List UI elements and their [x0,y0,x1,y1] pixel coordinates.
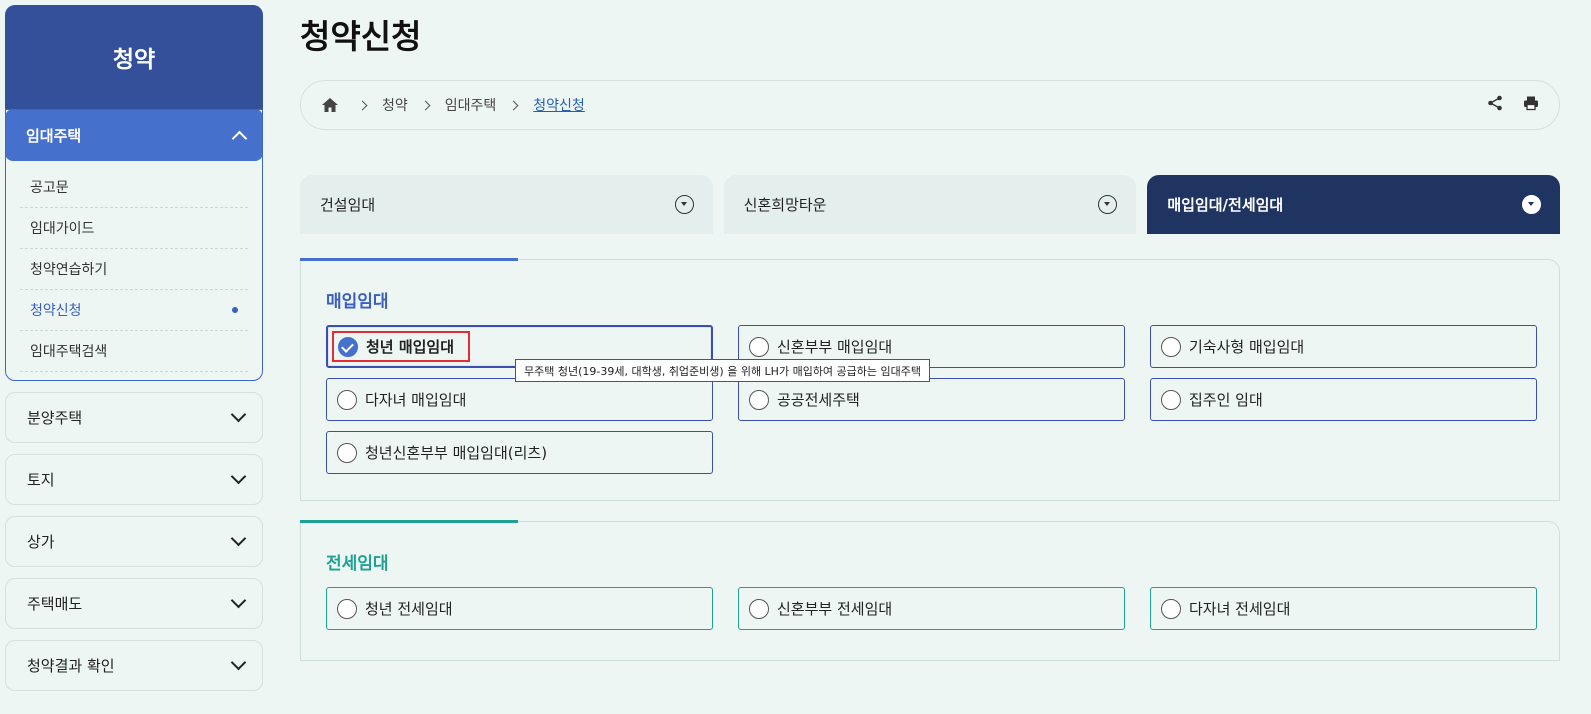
option-multichild-purchase[interactable]: 다자녀 매입임대 [326,378,713,421]
section-jeonse-rental: 전세임대 청년 전세임대 신혼부부 전세임대 다자녀 전세임대 [300,520,1560,661]
sidebar-item-rental-search[interactable]: 임대주택검색 [20,331,248,372]
radio-icon[interactable] [1161,336,1181,357]
active-dot-icon [232,307,238,313]
chevron-right-icon [357,100,368,110]
chevron-down-icon [230,654,247,671]
sidebar-submenu: 공고문 임대가이드 청약연습하기 청약신청 임대주택검색 [6,161,262,380]
sidebar-group-rental: 임대주택 공고문 임대가이드 청약연습하기 청약신청 임대주택검색 [5,109,263,381]
section-accent-bar [300,520,518,523]
radio-icon[interactable] [337,389,357,410]
circle-chevron-down-icon [1522,195,1542,214]
sidebar-group-label: 주택매도 [27,595,83,613]
tab-newlywed-town[interactable]: 신혼희망타운 [723,175,1137,234]
option-label: 집주인 임대 [1189,391,1263,409]
sidebar-group-result[interactable]: 청약결과 확인 [5,640,263,691]
radio-icon[interactable] [749,389,769,410]
breadcrumb-item[interactable]: 청약 [382,95,408,115]
chevron-right-icon [508,100,519,110]
sidebar: 청약 임대주택 공고문 임대가이드 청약연습하기 청약신청 임대주택검색 분양주… [5,5,263,691]
section-title: 매입임대 [326,292,389,312]
section-accent-bar [300,258,518,261]
page-title: 청약신청 [300,17,422,56]
tab-label: 신혼희망타운 [743,196,827,214]
chevron-up-icon [231,130,248,146]
option-label: 다자녀 매입임대 [365,391,467,409]
tab-label: 건설임대 [320,196,376,214]
chevron-down-icon [230,468,247,485]
breadcrumb: 청약 임대주택 청약신청 [300,80,1560,130]
option-grid: 청년 전세임대 신혼부부 전세임대 다자녀 전세임대 [326,587,1537,630]
print-icon[interactable] [1523,95,1539,115]
option-label: 청년 전세임대 [365,600,453,618]
chevron-down-icon [230,592,247,609]
option-multichild-jeonse[interactable]: 다자녀 전세임대 [1150,587,1537,630]
tab-construction-rental[interactable]: 건설임대 [300,175,713,234]
radio-icon[interactable] [749,598,769,619]
chevron-down-icon [230,530,247,547]
breadcrumb-tools [1487,95,1539,115]
circle-chevron-down-icon [1098,195,1118,214]
tab-purchase-jeonse-rental[interactable]: 매입임대/전세임대 [1147,175,1561,234]
option-dormitory-purchase[interactable]: 기숙사형 매입임대 [1150,325,1537,368]
sidebar-group-label: 토지 [27,471,55,489]
sidebar-item-label: 공고문 [30,180,69,196]
breadcrumb-item[interactable]: 임대주택 [445,95,497,115]
sidebar-group-label: 임대주택 [26,126,82,145]
sidebar-group-label: 상가 [27,533,55,551]
category-tabs: 건설임대 신혼희망타운 매입임대/전세임대 [300,175,1561,234]
sidebar-item-practice[interactable]: 청약연습하기 [20,249,248,290]
sidebar-item-rental-guide[interactable]: 임대가이드 [20,208,248,249]
option-label: 청년 매입임대 [366,338,455,356]
breadcrumb-current[interactable]: 청약신청 [533,95,585,115]
option-youth-newlywed-reits[interactable]: 청년신혼부부 매입임대(리츠) [326,431,713,474]
chevron-down-icon [230,406,247,423]
home-icon[interactable] [321,97,339,113]
sidebar-group-label: 분양주택 [27,409,83,427]
sidebar-title: 청약 [5,5,263,109]
sidebar-group-commercial[interactable]: 상가 [5,516,263,567]
option-label: 공공전세주택 [777,391,860,409]
sidebar-item-label: 청약신청 [30,303,82,319]
sidebar-item-label: 청약연습하기 [30,262,108,278]
sidebar-item-notice[interactable]: 공고문 [20,167,248,208]
radio-icon[interactable] [337,442,357,463]
chevron-right-icon [420,100,431,110]
option-label: 다자녀 전세임대 [1189,600,1291,618]
circle-chevron-down-icon [674,195,694,214]
option-grid: 청년 매입임대 신혼부부 매입임대 기숙사형 매입임대 다자녀 매입임대 공공전… [326,325,1537,474]
sidebar-item-label: 임대가이드 [30,221,95,237]
option-landlord-rental[interactable]: 집주인 임대 [1150,378,1537,421]
share-icon[interactable] [1487,95,1503,115]
sidebar-group-house-sale[interactable]: 주택매도 [5,578,263,629]
section-title: 전세임대 [326,554,389,574]
radio-icon[interactable] [337,598,357,619]
option-public-jeonse-house[interactable]: 공공전세주택 [738,378,1125,421]
option-label: 신혼부부 매입임대 [777,338,893,356]
tab-label: 매입임대/전세임대 [1167,196,1284,214]
option-youth-jeonse[interactable]: 청년 전세임대 [326,587,713,630]
sidebar-group-rental-header[interactable]: 임대주택 [6,110,262,161]
sidebar-item-label: 임대주택검색 [30,344,108,360]
radio-icon[interactable] [749,336,769,357]
radio-icon[interactable] [1161,389,1181,410]
radio-icon[interactable] [1161,598,1181,619]
selection-highlight: 청년 매입임대 [332,331,471,362]
option-tooltip: 무주택 청년(19-39세, 대학생, 취업준비생) 을 위해 LH가 매입하여… [515,359,931,382]
option-label: 신혼부부 전세임대 [777,600,893,618]
option-label: 기숙사형 매입임대 [1189,338,1305,356]
sidebar-group-sale[interactable]: 분양주택 [5,392,263,443]
option-newlywed-jeonse[interactable]: 신혼부부 전세임대 [738,587,1125,630]
sidebar-group-land[interactable]: 토지 [5,454,263,505]
sidebar-item-application[interactable]: 청약신청 [20,290,248,331]
sidebar-group-label: 청약결과 확인 [27,657,115,675]
option-label: 청년신혼부부 매입임대(리츠) [365,444,548,462]
check-circle-icon[interactable] [338,336,358,357]
